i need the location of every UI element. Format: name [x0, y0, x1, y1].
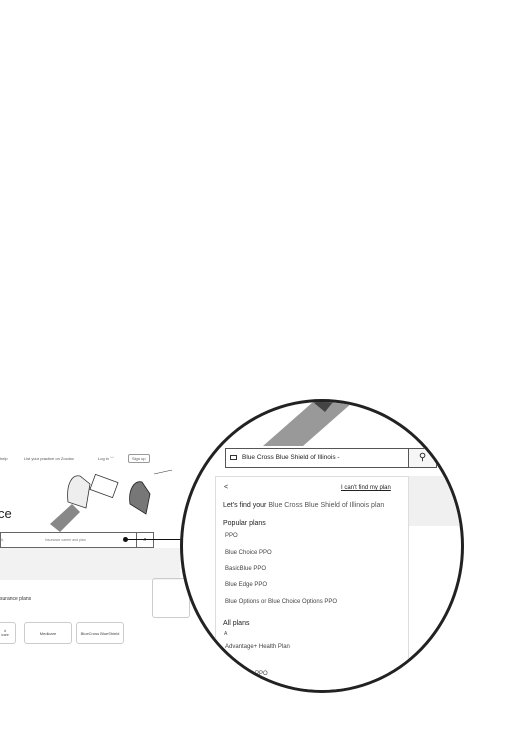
back-icon[interactable]: < — [224, 484, 228, 491]
signup-button[interactable]: Sign up — [128, 454, 150, 463]
hero-band — [0, 548, 180, 580]
mini-search-bar[interactable]: it, Insurance carrier and plan ⌕ — [0, 532, 154, 548]
lets-find-heading: Let's find your Blue Cross Blue Shield o… — [223, 502, 384, 509]
help-link[interactable]: help — [0, 456, 8, 461]
plan-option[interactable]: PPO — [225, 533, 238, 539]
insurance-card-icon — [230, 455, 237, 460]
logo-label: Medicare — [39, 630, 57, 636]
plan-option-cut[interactable]: PPO — [255, 671, 268, 677]
bcbs-logo[interactable]: BlueCross BlueShield — [76, 622, 124, 644]
search-icon: ⚲ — [418, 452, 427, 463]
lets-find-prefix: Let's find your — [223, 502, 267, 509]
search-button[interactable]: ⚲ — [409, 448, 437, 468]
login-link[interactable]: Log in ﹀ — [98, 456, 114, 462]
search-value: Blue Cross Blue Shield of Illinois - — [242, 454, 340, 461]
insurance-field[interactable]: Insurance carrier and plan — [45, 538, 86, 542]
plan-option[interactable]: Blue Edge PPO — [225, 582, 267, 588]
plan-option[interactable]: Blue Options or Blue Choice Options PPO — [225, 599, 337, 605]
hero-title: ce — [0, 506, 12, 521]
magnifier: Blue Cross Blue Shield of Illinois - ⚲ <… — [180, 399, 464, 693]
location-field[interactable]: it, — [1, 538, 4, 542]
medicare-logo[interactable]: Medicare — [24, 622, 72, 644]
logo-label: BlueCross BlueShield — [80, 630, 120, 636]
chevron-down-icon: ﹀ — [110, 456, 115, 461]
partial-logo[interactable]: d icare — [0, 622, 16, 644]
insurance-search-input[interactable]: Blue Cross Blue Shield of Illinois - — [225, 448, 409, 468]
plan-option[interactable]: BasicBlue PPO — [225, 566, 266, 572]
plan-option[interactable]: Blue Choice PPO — [225, 550, 272, 556]
connector-dot — [123, 537, 128, 542]
popular-plans-header: Popular plans — [223, 520, 266, 527]
insurance-plans-heading: surance plans — [0, 596, 32, 602]
lets-find-carrier: Blue Cross Blue Shield of Illinois plan — [268, 502, 385, 509]
hands-illustration — [50, 469, 173, 532]
cant-find-plan-link[interactable]: I can't find my plan — [341, 485, 391, 491]
all-plans-header: All plans — [223, 620, 250, 627]
list-practice-link[interactable]: List your practice on Zocdoc — [24, 456, 74, 461]
search-icon[interactable]: ⌕ — [136, 533, 153, 547]
letter-divider: A — [224, 631, 228, 637]
partial-logo-line: icare — [1, 633, 9, 637]
plan-option[interactable]: Advantage+ Health Plan — [225, 644, 290, 650]
arm-illustration — [263, 402, 353, 446]
